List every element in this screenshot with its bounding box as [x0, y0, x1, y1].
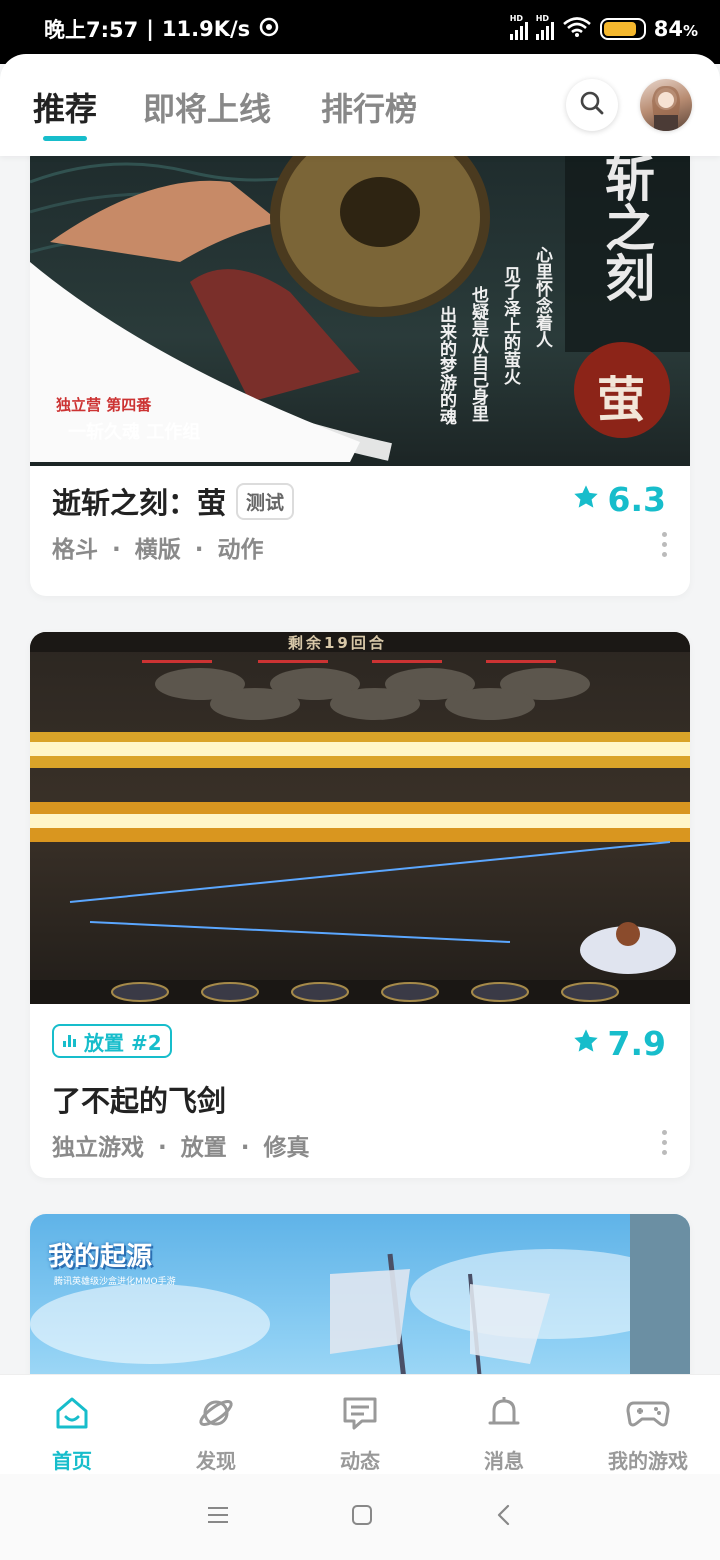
home-square-icon[interactable] [350, 1503, 374, 1531]
tag[interactable]: 独立游戏 [52, 1135, 144, 1161]
tag-separator: · [194, 537, 204, 563]
tag-separator: · [158, 1135, 167, 1161]
top-header: 推荐 即将上线 排行榜 [0, 54, 720, 156]
game-cover-image[interactable]: 剩余19回合 [30, 632, 690, 1004]
cover-poem-line: 出来的梦游的魂 [436, 306, 456, 425]
gamepad-icon [626, 1393, 670, 1437]
menu-icon[interactable] [206, 1505, 230, 1529]
game-title[interactable]: 了不起的飞剑 [52, 1078, 226, 1120]
game-cover-image[interactable]: 我的起源 腾讯英雄级沙盒进化MMO手游 [30, 1214, 690, 1374]
rank-chart-icon [62, 1029, 78, 1053]
tag[interactable]: 格斗 [52, 537, 98, 563]
battery-percent: 84% [653, 17, 698, 41]
nav-my-games[interactable]: 我的游戏 [576, 1375, 720, 1474]
cover-poem-line: 也疑是从自己身里 [468, 286, 488, 422]
game-cover-image[interactable]: 斩之刻 萤 心里怀念着人 见了泽上的萤火 也疑是从自己身里 出来的梦游的魂 独立… [30, 156, 690, 466]
bell-icon [484, 1393, 524, 1437]
system-navigation [0, 1474, 720, 1560]
game-logo: 我的起源 [48, 1242, 153, 1272]
wifi-icon [562, 16, 592, 43]
test-badge: 测试 [236, 482, 295, 520]
nav-label: 首页 [52, 1449, 92, 1473]
game-tags: 格斗 · 横版 · 动作 [52, 530, 264, 564]
tag[interactable]: 修真 [264, 1135, 310, 1161]
game-tags: 独立游戏 · 放置 · 修真 [52, 1128, 310, 1162]
chat-bubble-icon [340, 1393, 380, 1437]
discover-planet-icon [196, 1393, 236, 1437]
nav-discover[interactable]: 发现 [144, 1375, 288, 1474]
star-icon [572, 1024, 600, 1063]
more-options-icon[interactable] [662, 532, 668, 557]
cover-poem-line: 心里怀念着人 [532, 246, 552, 348]
game-feed[interactable]: 斩之刻 萤 心里怀念着人 见了泽上的萤火 也疑是从自己身里 出来的梦游的魂 独立… [0, 156, 720, 1374]
battle-scene [30, 660, 690, 1004]
nav-label: 发现 [196, 1449, 236, 1473]
nav-home[interactable]: 首页 [0, 1375, 144, 1474]
card-title-row: 逝斩之刻：萤 测试 [52, 480, 295, 522]
game-card[interactable]: 斩之刻 萤 心里怀念着人 见了泽上的萤火 也疑是从自己身里 出来的梦游的魂 独立… [30, 156, 690, 596]
tag[interactable]: 动作 [218, 537, 264, 563]
game-title[interactable]: 逝斩之刻：萤 [52, 480, 226, 522]
tag-separator: · [112, 537, 121, 563]
star-icon [572, 480, 600, 519]
game-card[interactable]: 我的起源 腾讯英雄级沙盒进化MMO手游 [30, 1214, 690, 1374]
tab-ranking[interactable]: 排行榜 [321, 84, 417, 130]
status-net-speed: 11.9K/s [161, 17, 251, 41]
cover-title-glyphs: 斩之刻 [597, 156, 655, 302]
cover-poem-line: 见了泽上的萤火 [500, 266, 520, 385]
nav-messages[interactable]: 消息 [432, 1375, 576, 1474]
rank-badge[interactable]: 放置 #2 [52, 1024, 172, 1058]
sync-icon [258, 16, 280, 43]
tab-upcoming[interactable]: 即将上线 [143, 84, 271, 130]
signal-icon: HD [535, 14, 554, 40]
nav-label: 消息 [484, 1449, 524, 1473]
rating-value: 6.3 [607, 480, 666, 519]
nav-label: 我的游戏 [608, 1449, 688, 1473]
rating-value: 7.9 [607, 1024, 666, 1063]
tag-separator: · [240, 1135, 250, 1161]
search-button[interactable] [566, 79, 618, 131]
back-icon[interactable] [494, 1503, 514, 1531]
more-options-icon[interactable] [662, 1130, 668, 1155]
cover-seal-glyph: 萤 [597, 372, 646, 428]
status-left: 晚上7:57 | 11.9K/s [44, 14, 280, 44]
search-icon [579, 90, 605, 120]
cover-studio-line: 一斩久魂 工作组 [68, 422, 201, 443]
home-icon [52, 1393, 92, 1437]
rating: 6.3 [572, 480, 666, 519]
nav-feed[interactable]: 动态 [288, 1375, 432, 1474]
game-logo-subtitle: 腾讯英雄级沙盒进化MMO手游 [54, 1277, 176, 1287]
status-divider: | [146, 17, 154, 41]
tag[interactable]: 放置 [181, 1135, 227, 1161]
bottom-navigation: 首页 发现 动态 消息 我的游戏 [0, 1374, 720, 1474]
battery-icon [599, 18, 646, 40]
rank-label: 放置 #2 [84, 1030, 162, 1055]
tag[interactable]: 横版 [135, 537, 181, 563]
status-time: 晚上7:57 [44, 18, 139, 42]
rating: 7.9 [572, 1024, 666, 1063]
cover-studio-line: 独立营 第四番 [56, 396, 152, 414]
nav-label: 动态 [340, 1449, 380, 1473]
signal-icon: HD [509, 14, 528, 40]
status-right: HD HD 84% [509, 14, 698, 43]
tab-recommend[interactable]: 推荐 [33, 84, 97, 130]
tab-indicator [43, 136, 87, 141]
avatar[interactable] [640, 79, 692, 131]
game-card[interactable]: 剩余19回合 放置 #2 7.9 了不起的飞剑 独立游戏 · 放置 · 修真 [30, 632, 690, 1178]
